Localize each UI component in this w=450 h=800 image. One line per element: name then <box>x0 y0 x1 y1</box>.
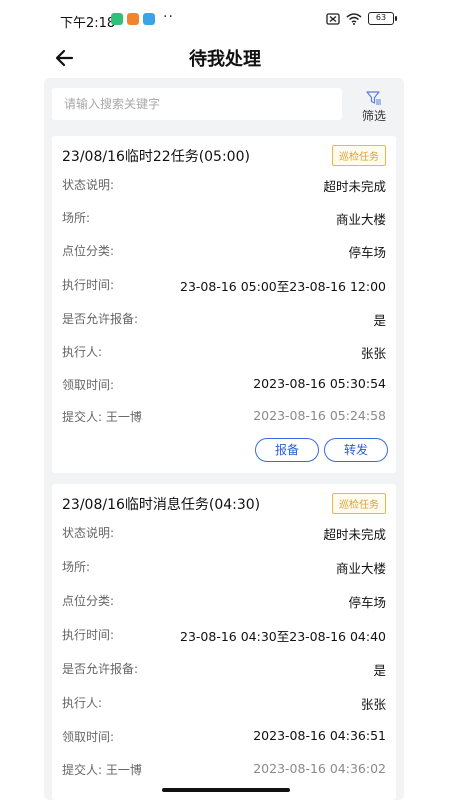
executor-value: 张张 <box>360 346 386 361</box>
category-row: 点位分类: 停车场 <box>62 242 386 262</box>
executor-row: 执行人: 张张 <box>62 694 386 714</box>
executor-value: 张张 <box>360 697 386 712</box>
status-bar: 下午2:18 ·· 63 <box>0 0 450 40</box>
claim-time-value: 2023-08-16 04:36:51 <box>253 728 386 743</box>
claim-time-label: 领取时间: <box>62 730 115 744</box>
app-notification-icon <box>111 13 123 25</box>
filter-button[interactable]: 筛选 <box>352 90 396 124</box>
place-row: 场所: 商业大楼 <box>62 209 386 229</box>
allow-report-label: 是否允许报备: <box>62 312 139 326</box>
executor-label: 执行人: <box>62 696 103 710</box>
exec-time-value: 23-08-16 04:30至23-08-16 04:40 <box>180 629 386 644</box>
category-label: 点位分类: <box>62 594 115 608</box>
battery-icon: 63 <box>368 12 397 25</box>
more-notifications-icon: ·· <box>163 9 174 25</box>
place-label: 场所: <box>62 211 91 225</box>
category-value: 停车场 <box>348 595 386 610</box>
submitter-row: 提交人: 王一博 2023-08-16 05:24:58 <box>62 408 386 428</box>
allow-report-value: 是 <box>373 663 386 678</box>
exec-time-row: 执行时间: 23-08-16 04:30至23-08-16 04:40 <box>62 626 386 646</box>
task-title: 23/08/16临时消息任务(04:30) <box>62 497 261 513</box>
submit-time-value: 2023-08-16 04:36:02 <box>253 761 386 776</box>
status-value: 超时未完成 <box>323 179 386 194</box>
task-title: 23/08/16临时22任务(05:00) <box>62 149 250 165</box>
message-notification-icon <box>143 13 155 25</box>
exec-time-label: 执行时间: <box>62 278 115 292</box>
claim-time-row: 领取时间: 2023-08-16 05:30:54 <box>62 376 386 396</box>
search-row: 请输入搜索关键字 筛选 <box>52 88 396 124</box>
task-card[interactable]: 23/08/16临时22任务(05:00) 巡检任务 状态说明: 超时未完成 场… <box>52 136 396 473</box>
wifi-icon <box>346 12 362 25</box>
forward-button[interactable]: 转发 <box>324 438 388 462</box>
task-type-badge: 巡检任务 <box>332 145 386 166</box>
sim-icon <box>326 12 340 25</box>
exec-time-label: 执行时间: <box>62 628 115 642</box>
filter-label: 筛选 <box>361 109 386 123</box>
allow-report-label: 是否允许报备: <box>62 662 139 676</box>
category-value: 停车场 <box>348 245 386 260</box>
submitter-label: 提交人: 王一博 <box>62 763 142 777</box>
report-button[interactable]: 报备 <box>255 438 319 462</box>
status-value: 超时未完成 <box>323 527 386 542</box>
status-time: 下午2:18 <box>60 16 116 31</box>
submitter-row: 提交人: 王一博 2023-08-16 04:36:02 <box>62 761 386 781</box>
executor-label: 执行人: <box>62 345 103 359</box>
status-indicators: 63 <box>326 12 397 25</box>
status-label: 状态说明: <box>62 526 115 540</box>
mi-notification-icon <box>127 13 139 25</box>
status-row: 状态说明: 超时未完成 <box>62 524 386 544</box>
search-input[interactable]: 请输入搜索关键字 <box>52 88 342 120</box>
home-indicator[interactable] <box>162 788 290 792</box>
claim-time-row: 领取时间: 2023-08-16 04:36:51 <box>62 728 386 748</box>
task-type-badge: 巡检任务 <box>332 493 386 514</box>
place-value: 商业大楼 <box>335 561 386 576</box>
category-row: 点位分类: 停车场 <box>62 592 386 612</box>
submitter-label: 提交人: 王一博 <box>62 410 142 424</box>
header: 待我处理 <box>0 40 450 76</box>
submit-time-value: 2023-08-16 05:24:58 <box>253 408 386 423</box>
executor-row: 执行人: 张张 <box>62 343 386 363</box>
exec-time-row: 执行时间: 23-08-16 05:00至23-08-16 12:00 <box>62 276 386 296</box>
page-title: 待我处理 <box>189 49 261 70</box>
allow-report-value: 是 <box>373 313 386 328</box>
status-label: 状态说明: <box>62 178 115 192</box>
place-label: 场所: <box>62 560 91 574</box>
claim-time-value: 2023-08-16 05:30:54 <box>253 376 386 391</box>
task-list-container[interactable]: 请输入搜索关键字 筛选 23/08/16临时22任务(05:00) 巡检任务 状… <box>44 78 404 800</box>
exec-time-value: 23-08-16 05:00至23-08-16 12:00 <box>180 279 386 294</box>
task-card[interactable]: 23/08/16临时消息任务(04:30) 巡检任务 状态说明: 超时未完成 场… <box>52 484 396 800</box>
filter-icon <box>366 91 381 105</box>
allow-report-row: 是否允许报备: 是 <box>62 310 386 330</box>
category-label: 点位分类: <box>62 244 115 258</box>
notification-icons <box>111 13 155 25</box>
status-row: 状态说明: 超时未完成 <box>62 176 386 196</box>
claim-time-label: 领取时间: <box>62 378 115 392</box>
allow-report-row: 是否允许报备: 是 <box>62 660 386 680</box>
place-value: 商业大楼 <box>335 212 386 227</box>
place-row: 场所: 商业大楼 <box>62 558 386 578</box>
